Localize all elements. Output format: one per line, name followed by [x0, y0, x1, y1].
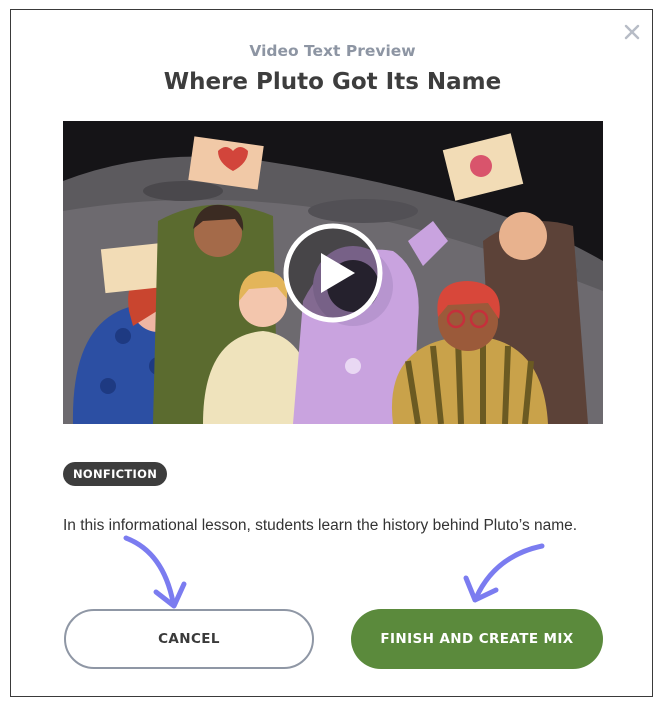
- video-player[interactable]: [63, 121, 603, 424]
- lesson-description: In this informational lesson, students l…: [63, 517, 578, 534]
- finish-and-create-mix-button[interactable]: FINISH AND CREATE MIX: [351, 609, 603, 669]
- dialog-subtitle: Video Text Preview: [249, 42, 416, 60]
- play-icon[interactable]: [281, 221, 385, 325]
- dialog-title: Where Pluto Got Its Name: [163, 69, 502, 95]
- genre-tag: NONFICTION: [63, 462, 168, 486]
- cancel-button[interactable]: CANCEL: [64, 609, 314, 669]
- close-icon[interactable]: [621, 21, 643, 43]
